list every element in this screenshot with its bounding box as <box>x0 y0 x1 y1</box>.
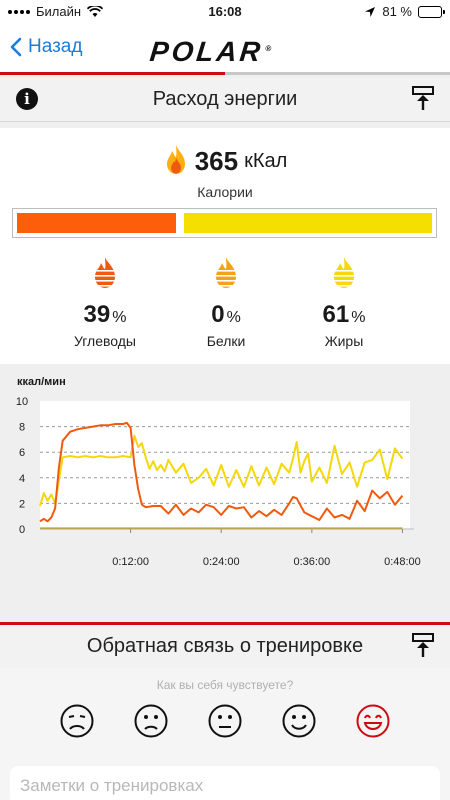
sad-face-icon[interactable] <box>134 704 168 738</box>
x-tick-label: 0:24:00 <box>203 556 240 568</box>
y-tick-label: 6 <box>19 447 25 459</box>
energy-chart-container: ккал/мин 0 2 4 6 8 10 0:12:00 0:24:00 0:36:00 0:4… <box>0 364 450 622</box>
neutral-face-icon[interactable] <box>208 704 242 738</box>
polar-logo: POLAR® <box>148 36 272 68</box>
very-happy-face-icon[interactable] <box>356 704 390 738</box>
feedback-section-title: Обратная связь о тренировке <box>86 635 364 657</box>
share-icon[interactable] <box>412 86 434 112</box>
fats-percent: 61% <box>284 301 404 329</box>
back-label: Назад <box>28 36 83 57</box>
very-sad-face-icon[interactable] <box>60 704 94 738</box>
x-tick-label: 0:48:00 <box>384 556 421 568</box>
status-right: 81 % <box>364 4 445 19</box>
location-arrow-icon <box>365 6 376 17</box>
logo-text: POLAR <box>148 36 265 67</box>
workout-notes-input[interactable]: Заметки о тренировках <box>10 766 440 800</box>
macro-fats: 61% Жиры <box>284 256 404 349</box>
carbs-flame-icon <box>92 257 118 288</box>
feedback-section-header: Обратная связь о тренировке <box>0 625 450 669</box>
protein-label: Белки <box>206 333 246 349</box>
chevron-left-icon <box>10 37 22 57</box>
fats-segment <box>183 213 432 233</box>
percent-sign: % <box>226 309 241 326</box>
macro-carbs: 39% Углеводы <box>45 256 165 349</box>
x-tick-label: 0:36:00 <box>293 556 330 568</box>
navigation-bar: Назад POLAR® <box>0 24 450 75</box>
y-tick-label: 10 <box>16 396 28 408</box>
calories-unit: кКал <box>244 149 288 172</box>
energy-summary-card: 365 кКал Калории 39% Углеводы 0% Белки 61… <box>0 128 450 364</box>
carbs-percent-value: 39 <box>83 301 111 328</box>
registered-mark-icon: ® <box>264 43 272 53</box>
fats-flame-icon <box>331 257 357 288</box>
percent-sign: % <box>351 309 366 326</box>
feeling-selector <box>0 704 450 738</box>
battery-icon <box>418 5 445 18</box>
calories-value: 365 <box>194 145 239 176</box>
calories-total: 365 кКал <box>0 144 450 178</box>
energy-section-header: i Расход энергии <box>0 78 450 122</box>
carbs-segment <box>17 213 176 233</box>
y-tick-label: 2 <box>19 498 25 510</box>
y-tick-label: 8 <box>19 422 25 434</box>
carbs-percent: 39% <box>45 301 165 329</box>
nav-progress-line <box>0 72 225 75</box>
energy-source-bar <box>12 208 437 238</box>
y-tick-label: 4 <box>19 473 25 485</box>
flame-icon <box>166 145 185 174</box>
protein-percent-value: 0 <box>211 301 225 328</box>
status-bar: Билайн 16:08 81 % <box>0 0 450 24</box>
back-button[interactable]: Назад <box>10 36 82 58</box>
energy-rate-chart: 0 2 4 6 8 10 0:12:00 0:24:00 0:36:00 0:48:00 <box>16 396 421 568</box>
x-tick-label: 0:12:00 <box>112 556 149 568</box>
y-tick-label: 0 <box>19 524 25 536</box>
feeling-question: Как вы себя чувствуете? <box>156 678 294 692</box>
share-icon[interactable] <box>412 633 434 659</box>
feedback-body: Как вы себя чувствуете? Заметки о тренир… <box>0 668 450 800</box>
energy-section-title: Расход энергии <box>152 88 298 110</box>
fats-label: Жиры <box>324 333 364 349</box>
calories-label: Калории <box>197 184 253 200</box>
battery-percent: 81 % <box>382 4 412 19</box>
protein-flame-icon <box>213 257 239 288</box>
macro-protein: 0% Белки <box>166 256 286 349</box>
protein-percent: 0% <box>166 301 286 329</box>
fats-percent-value: 61 <box>322 301 350 328</box>
percent-sign: % <box>112 309 127 326</box>
carbs-label: Углеводы <box>73 333 136 349</box>
happy-face-icon[interactable] <box>282 704 316 738</box>
